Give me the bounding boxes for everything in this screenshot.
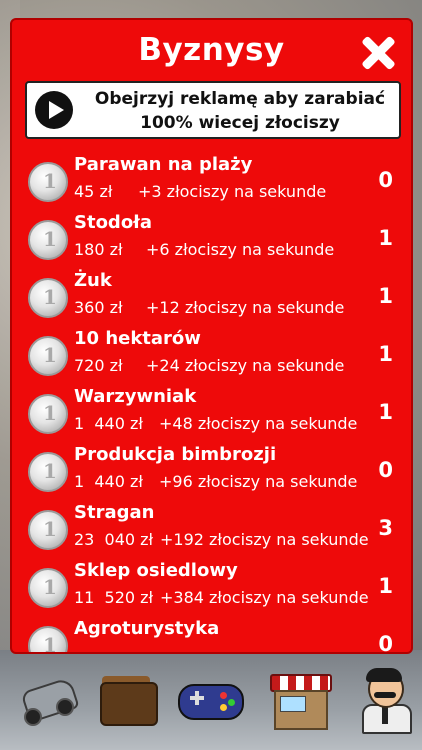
business-item[interactable]: Sklep osiedlowy 11 520 zł +384 złociszy …: [12, 560, 411, 618]
watch-ad-banner[interactable]: Obejrzyj reklamę aby zarabiać 100% wiece…: [25, 81, 401, 139]
shop-window: [280, 696, 306, 712]
business-count: 1: [378, 574, 393, 598]
business-price: 360 zł: [74, 298, 123, 317]
business-name: Stragan: [74, 502, 155, 523]
car-wheel: [24, 708, 42, 726]
ad-line-2: 100% wiecej złociszy: [140, 113, 340, 133]
business-income: +24 złociszy na sekunde: [146, 356, 345, 375]
person-icon[interactable]: [354, 668, 416, 734]
coin-icon: [28, 626, 68, 652]
business-count: 0: [378, 632, 393, 654]
business-item[interactable]: Stodoła 180 zł +6 złociszy na sekunde 1: [12, 212, 411, 270]
coin-icon: [28, 394, 68, 434]
coin-icon: [28, 336, 68, 376]
gamepad-button: [220, 692, 227, 699]
gamepad-button: [220, 704, 227, 711]
coin-icon: [28, 510, 68, 550]
business-item[interactable]: Parawan na plaży 45 zł +3 złociszy na se…: [12, 154, 411, 212]
business-price: 11 520 zł: [74, 588, 154, 607]
business-name: Warzywniak: [74, 386, 197, 407]
business-price: 23 040 zł: [74, 530, 154, 549]
person-hair: [366, 668, 402, 682]
business-price: 45 zł: [74, 182, 113, 201]
business-item[interactable]: Warzywniak 1 440 zł +48 złociszy na seku…: [12, 386, 411, 444]
coin-icon: [28, 162, 68, 202]
business-count: 1: [378, 342, 393, 366]
coin-icon: [28, 220, 68, 260]
business-name: Stodoła: [74, 212, 153, 233]
business-count: 1: [378, 400, 393, 424]
business-item[interactable]: Agroturystyka 0: [12, 618, 411, 654]
bottom-nav: [0, 660, 422, 750]
business-name: Agroturystyka: [74, 618, 220, 639]
panel-title: Byznysy: [138, 32, 285, 68]
person-mustache: [374, 692, 396, 698]
wallet-body: [100, 682, 158, 726]
business-name: Żuk: [74, 270, 112, 291]
business-income: +96 złociszy na sekunde: [159, 472, 358, 491]
business-price: 180 zł: [74, 240, 123, 259]
coin-icon: [28, 568, 68, 608]
business-count: 1: [378, 284, 393, 308]
business-income: +6 złociszy na sekunde: [146, 240, 335, 259]
gamepad-button: [228, 699, 235, 706]
business-item[interactable]: Stragan 23 040 zł +192 złociszy na sekun…: [12, 502, 411, 560]
coin-icon: [28, 452, 68, 492]
business-count: 3: [378, 516, 393, 540]
business-name: 10 hektarów: [74, 328, 201, 349]
wallet-icon[interactable]: [96, 668, 158, 730]
business-income: +48 złociszy na sekunde: [159, 414, 358, 433]
business-income: +192 złociszy na sekunde: [160, 530, 369, 549]
shop-icon[interactable]: [268, 668, 332, 730]
business-item[interactable]: 10 hektarów 720 zł +24 złociszy na sekun…: [12, 328, 411, 386]
business-name: Produkcja bimbrozji: [74, 444, 277, 465]
car-wheel: [56, 698, 74, 716]
business-income: +384 złociszy na sekunde: [160, 588, 369, 607]
business-count: 0: [378, 458, 393, 482]
close-icon[interactable]: [357, 33, 397, 73]
business-name: Sklep osiedlowy: [74, 560, 238, 581]
ad-line-1: Obejrzyj reklamę aby zarabiać: [94, 89, 386, 109]
business-count: 0: [378, 168, 393, 192]
business-name: Parawan na plaży: [74, 154, 253, 175]
business-income: +3 złociszy na sekunde: [138, 182, 327, 201]
business-price: 720 zł: [74, 356, 123, 375]
gamepad-dpad: [195, 691, 199, 705]
business-item[interactable]: Żuk 360 zł +12 złociszy na sekunde 1: [12, 270, 411, 328]
business-income: +12 złociszy na sekunde: [146, 298, 345, 317]
person-tie: [382, 706, 388, 724]
gamepad-icon[interactable]: [178, 668, 244, 730]
business-count: 1: [378, 226, 393, 250]
coin-icon: [28, 278, 68, 318]
business-price: 1 440 zł: [74, 414, 143, 433]
businesses-panel: Byznysy Obejrzyj reklamę aby zarabiać 10…: [10, 18, 413, 654]
ad-text: Obejrzyj reklamę aby zarabiać 100% wiece…: [85, 87, 395, 135]
car-icon[interactable]: [18, 668, 80, 730]
business-item[interactable]: Produkcja bimbrozji 1 440 zł +96 złocisz…: [12, 444, 411, 502]
play-icon[interactable]: [35, 91, 73, 129]
business-price: 1 440 zł: [74, 472, 143, 491]
